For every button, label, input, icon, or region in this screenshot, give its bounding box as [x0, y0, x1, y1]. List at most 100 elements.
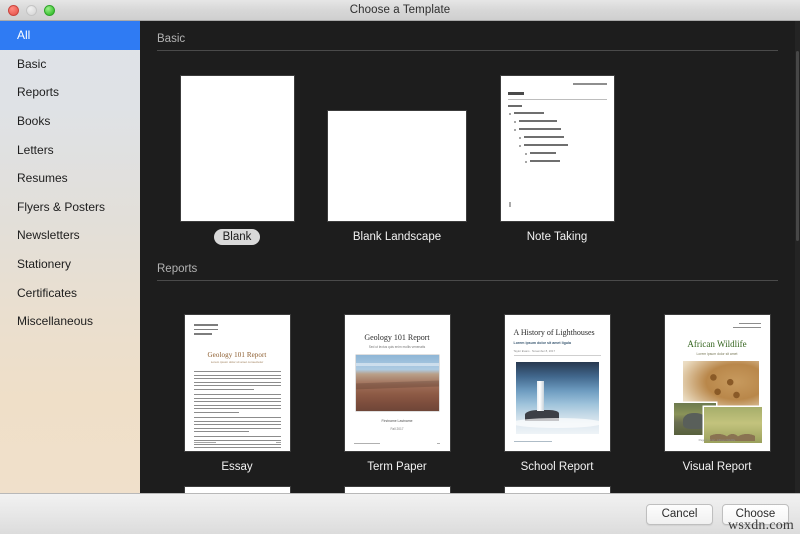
preview-footer-line — [193, 442, 216, 443]
blank-landscape-page-preview — [328, 111, 466, 221]
template-thumbnail-note-taking[interactable] — [500, 76, 614, 221]
sidebar-item-reports[interactable]: Reports — [0, 78, 140, 107]
template-thumbnail-wrap: A History of Lighthouses Lorem ipsum dol… — [504, 295, 610, 451]
sidebar-item-label: Miscellaneous — [17, 314, 94, 329]
template-label-note-taking: Note Taking — [526, 231, 588, 243]
section-heading-basic: Basic — [157, 33, 186, 45]
preview-footer-line — [353, 443, 380, 444]
template-thumbnail-wrap: Geology 101 Report Lorem ipsum dolor sit… — [184, 295, 290, 451]
sidebar-item-flyers-posters[interactable]: Flyers & Posters — [0, 193, 140, 222]
preview-footer-mark — [508, 202, 511, 207]
preview-header-block — [732, 323, 761, 330]
template-thumbnail-blank-landscape[interactable] — [328, 111, 466, 221]
traffic-light-group — [8, 5, 55, 16]
section-heading-reports: Reports — [157, 263, 198, 275]
template-thumbnail-blank[interactable] — [180, 76, 294, 221]
template-card-school-report[interactable]: A History of Lighthouses Lorem ipsum dol… — [477, 295, 637, 473]
template-card-blank-landscape[interactable]: Blank Landscape — [317, 65, 477, 245]
preview-page-number — [275, 442, 281, 443]
dialog-footer: Cancel Choose wsxdn.com — [0, 493, 800, 534]
preview-photo-lighthouse — [537, 380, 545, 411]
term-paper-preview: Geology 101 Report Sed ut lectus quis en… — [345, 315, 450, 451]
template-row-basic: Blank Blank Landscape Note Taking — [140, 51, 800, 245]
minimize-window-icon[interactable] — [26, 5, 37, 16]
gallery-scrollbar-track[interactable] — [795, 21, 800, 493]
preview-photo-wave — [515, 418, 599, 429]
preview-term-paper-subtitle: Sed ut lectus quis enim mollis venenatis — [368, 345, 426, 349]
preview-essay-subtitle: Lorem ipsum dolor sit amet consectetur — [210, 360, 264, 364]
preview-date: Fall 2017 — [390, 427, 404, 431]
sidebar-item-label: Reports — [17, 85, 60, 100]
preview-byline: Taylor Evans · November 8, 2017 — [513, 349, 556, 353]
window-title: Choose a Template — [349, 4, 451, 16]
sidebar-item-basic[interactable]: Basic — [0, 50, 140, 79]
preview-author: Firstname Lastname — [381, 419, 413, 423]
template-card-visual-report[interactable]: African Wildlife Lorem ipsum dolor sit a… — [637, 295, 797, 473]
sidebar-item-label: Stationery — [17, 257, 72, 272]
template-label-term-paper: Term Paper — [367, 461, 427, 473]
preview-visual-report-title: African Wildlife — [687, 339, 747, 349]
sidebar-item-all[interactable]: All — [0, 21, 140, 50]
preview-rule — [507, 99, 607, 100]
template-card-note-taking[interactable]: Note Taking — [477, 65, 637, 245]
template-thumbnail-term-paper[interactable]: Geology 101 Report Sed ut lectus quis en… — [344, 315, 450, 451]
preview-essay-title: Geology 101 Report — [207, 351, 267, 359]
preview-school-report-title: A History of Lighthouses — [513, 328, 595, 337]
sidebar-item-newsletters[interactable]: Newsletters — [0, 221, 140, 250]
watermark-text: wsxdn.com — [728, 518, 794, 533]
template-label-school-report: School Report — [520, 461, 594, 473]
template-label-visual-report: Visual Report — [682, 461, 752, 473]
template-label-blank-landscape: Blank Landscape — [352, 231, 442, 243]
template-thumbnail-wrap — [500, 65, 614, 221]
note-taking-preview — [501, 76, 614, 221]
cancel-button[interactable]: Cancel — [646, 503, 713, 525]
template-gallery[interactable]: Basic Blank Blank Landscape Note Taking … — [140, 21, 800, 493]
template-label-blank: Blank — [213, 229, 261, 245]
preview-subject-line — [507, 105, 522, 107]
preview-date-line — [572, 83, 607, 85]
preview-title-line — [507, 92, 524, 95]
preview-header-block — [193, 324, 218, 338]
preview-term-paper-title: Geology 101 Report — [364, 333, 430, 342]
preview-footer-text: Page 1 of 12 · African Wildlife — [698, 438, 736, 442]
template-thumbnail-visual-report[interactable]: African Wildlife Lorem ipsum dolor sit a… — [664, 315, 770, 451]
sidebar-item-letters[interactable]: Letters — [0, 135, 140, 164]
sidebar-item-miscellaneous[interactable]: Miscellaneous — [0, 307, 140, 336]
sidebar-item-label: All — [17, 28, 31, 43]
template-thumbnail-wrap — [328, 65, 466, 221]
template-thumbnail-wrap — [180, 65, 294, 221]
template-card-term-paper[interactable]: Geology 101 Report Sed ut lectus quis en… — [317, 295, 477, 473]
essay-preview: Geology 101 Report Lorem ipsum dolor sit… — [185, 315, 290, 451]
visual-report-preview: African Wildlife Lorem ipsum dolor sit a… — [665, 315, 770, 451]
template-thumbnail-wrap: African Wildlife Lorem ipsum dolor sit a… — [664, 295, 770, 451]
preview-canyon-photo — [355, 355, 439, 411]
category-sidebar: All Basic Reports Books Letters Resumes … — [0, 21, 140, 493]
sidebar-item-label: Flyers & Posters — [17, 199, 106, 214]
preview-page-number — [436, 443, 440, 444]
sidebar-item-books[interactable]: Books — [0, 107, 140, 136]
sidebar-item-stationery[interactable]: Stationery — [0, 250, 140, 279]
sidebar-item-resumes[interactable]: Resumes — [0, 164, 140, 193]
choose-template-dialog: Choose a Template All Basic Reports Book… — [0, 0, 800, 534]
window-titlebar: Choose a Template — [0, 0, 800, 21]
preview-footer-line — [513, 441, 552, 442]
template-row-partial — [140, 473, 800, 493]
sidebar-item-label: Resumes — [17, 171, 68, 186]
school-report-preview: A History of Lighthouses Lorem ipsum dol… — [505, 315, 610, 451]
template-thumbnail-school-report[interactable]: A History of Lighthouses Lorem ipsum dol… — [504, 315, 610, 451]
preview-rule — [513, 355, 601, 356]
sidebar-item-label: Certificates — [17, 285, 78, 300]
close-window-icon[interactable] — [8, 5, 19, 16]
preview-visual-report-subtitle: Lorem ipsum dolor sit amet — [696, 352, 738, 356]
template-card-essay[interactable]: Geology 101 Report Lorem ipsum dolor sit… — [157, 295, 317, 473]
template-label-essay: Essay — [221, 461, 253, 473]
sidebar-item-certificates[interactable]: Certificates — [0, 278, 140, 307]
gallery-scrollbar-thumb[interactable] — [796, 51, 799, 241]
template-row-reports: Geology 101 Report Lorem ipsum dolor sit… — [140, 281, 800, 473]
preview-body-text — [193, 371, 281, 451]
sidebar-item-label: Basic — [17, 56, 47, 71]
template-thumbnail-essay[interactable]: Geology 101 Report Lorem ipsum dolor sit… — [184, 315, 290, 451]
template-card-blank[interactable]: Blank — [157, 65, 317, 245]
preview-school-report-subtitle: Lorem ipsum dolor sit amet ligula — [513, 341, 572, 345]
zoom-window-icon[interactable] — [44, 5, 55, 16]
